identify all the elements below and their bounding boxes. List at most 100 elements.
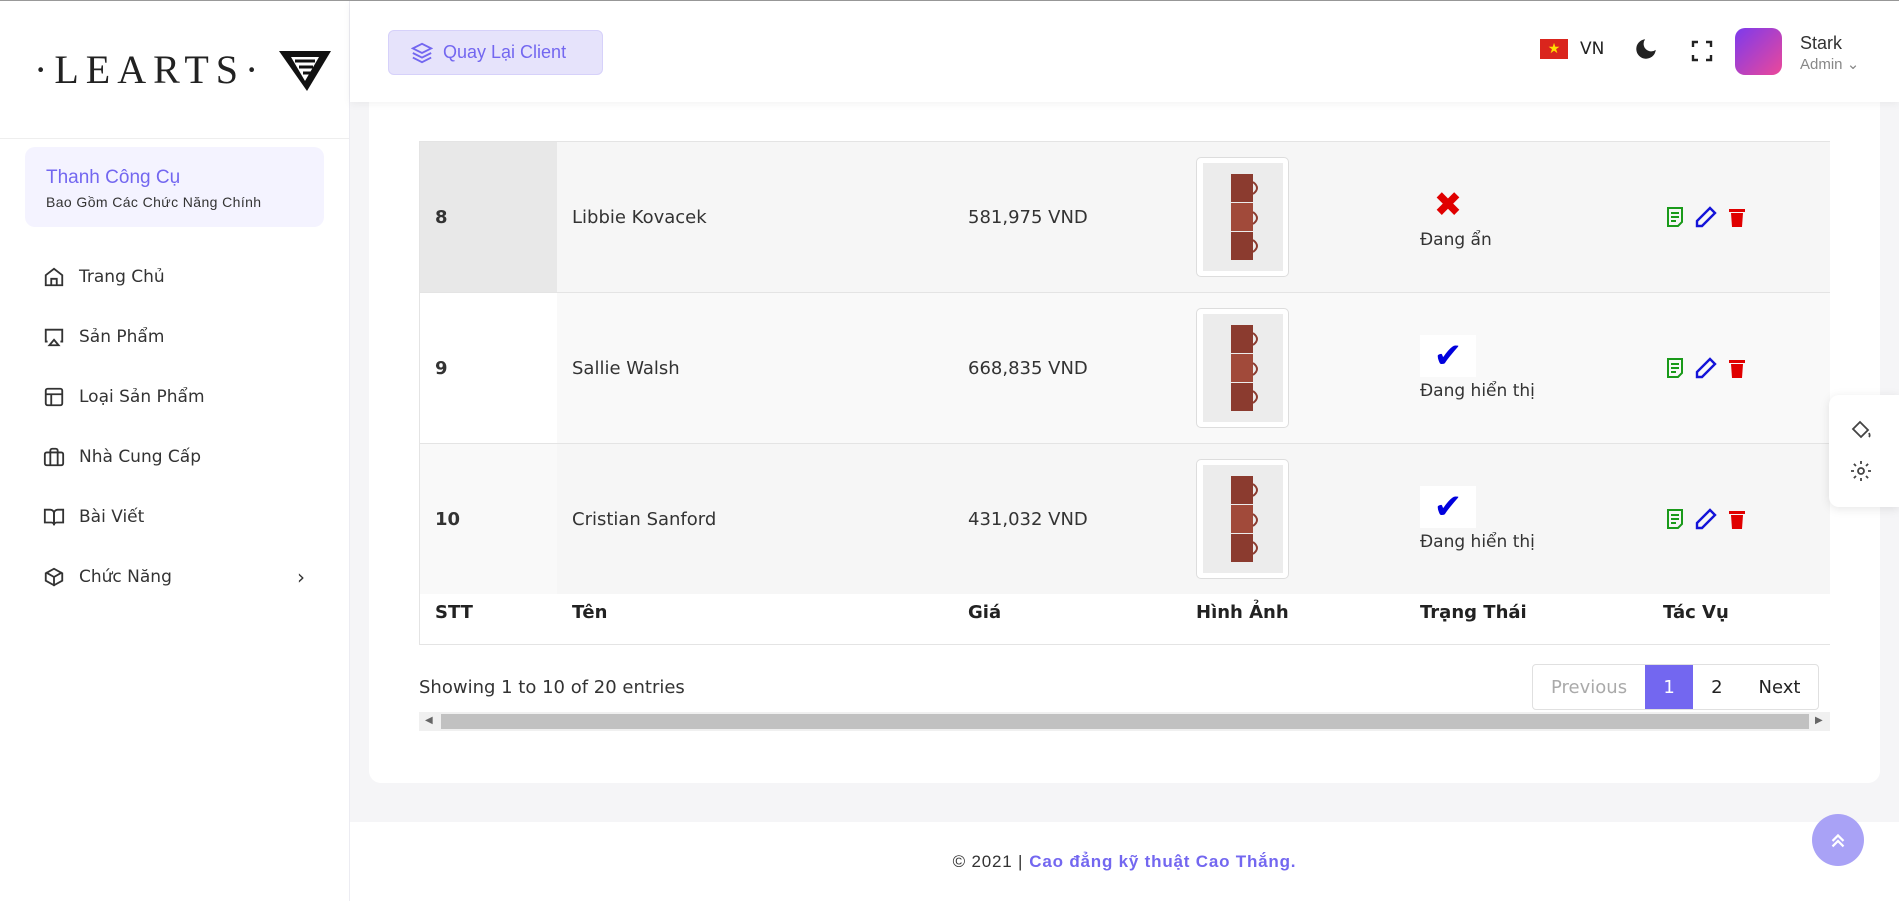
page-footer: © 2021 | Cao đẳng kỹ thuật Cao Thắng. xyxy=(350,822,1899,901)
mug-stack-icon xyxy=(1230,325,1258,411)
product-image xyxy=(1196,459,1289,579)
row-actions xyxy=(1663,205,1749,229)
content-card: 8 Libbie Kovacek 581,975 VND ✖ Đang ẩn 9… xyxy=(369,60,1880,783)
sidebar-item-bai-viet[interactable]: Bài Viết xyxy=(0,487,349,547)
pagination-page-1[interactable]: 1 xyxy=(1645,665,1694,709)
vietnam-flag-icon: ★ xyxy=(1540,39,1568,59)
detail-icon[interactable] xyxy=(1663,205,1687,229)
pagination-next[interactable]: Next xyxy=(1741,665,1819,709)
paint-bucket-icon[interactable] xyxy=(1849,417,1873,441)
status-cell: ✖ Đang ẩn xyxy=(1420,184,1492,250)
pagination: Previous 1 2 Next xyxy=(1532,664,1820,710)
visible-check-icon[interactable]: ✔ xyxy=(1420,335,1476,377)
chevron-down-icon: ⌄ xyxy=(1846,56,1860,73)
hidden-x-icon[interactable]: ✖ xyxy=(1420,184,1476,226)
user-role-label: Admin xyxy=(1800,56,1843,73)
double-chevron-up-icon xyxy=(1831,833,1845,848)
scroll-right-arrow-icon[interactable]: ▶ xyxy=(1815,715,1823,726)
sidebar-item-san-pham[interactable]: Sản Phẩm xyxy=(0,307,349,367)
box-icon xyxy=(44,567,64,587)
column-header-image[interactable]: Hình Ảnh xyxy=(1196,602,1289,623)
visible-check-icon[interactable]: ✔ xyxy=(1420,486,1476,528)
column-header-price[interactable]: Giá xyxy=(968,602,1001,623)
table-row: 9 Sallie Walsh 668,835 VND ✔ Đang hiển t… xyxy=(419,292,1830,443)
column-header-name[interactable]: Tên xyxy=(572,602,607,623)
pagination-page-2[interactable]: 2 xyxy=(1693,665,1740,709)
sidebar-menu: Trang Chủ Sản Phẩm Loại Sản Phẩm Nhà Cun… xyxy=(0,247,349,607)
row-name: Libbie Kovacek xyxy=(572,206,707,228)
footer-copyright: © 2021 | xyxy=(952,851,1024,871)
row-actions xyxy=(1663,356,1749,380)
sidebar-item-chuc-nang[interactable]: Chức Năng › xyxy=(0,547,349,607)
detail-icon[interactable] xyxy=(1663,356,1687,380)
trash-icon[interactable] xyxy=(1725,507,1749,531)
row-stt: 8 xyxy=(420,142,557,292)
logo[interactable]: ·LEARTS· xyxy=(0,1,349,139)
horizontal-scrollbar[interactable]: ◀ ▶ xyxy=(419,712,1830,731)
tools-title: Thanh Công Cụ xyxy=(46,167,181,188)
table-info: Showing 1 to 10 of 20 entries xyxy=(419,677,685,698)
user-role[interactable]: Admin ⌄ xyxy=(1800,55,1859,73)
product-image xyxy=(1196,157,1289,277)
column-header-actions[interactable]: Tác Vụ xyxy=(1663,602,1729,623)
footer-school-link[interactable]: Cao đẳng kỹ thuật Cao Thắng. xyxy=(1029,852,1296,872)
customizer-panel xyxy=(1829,395,1899,507)
edit-pencil-icon[interactable] xyxy=(1694,205,1718,229)
tools-panel: Thanh Công Cụ Bao Gồm Các Chức Năng Chín… xyxy=(25,147,324,227)
table-row: 8 Libbie Kovacek 581,975 VND ✖ Đang ẩn xyxy=(419,141,1830,292)
chevron-right-icon: › xyxy=(297,565,305,589)
edit-pencil-icon[interactable] xyxy=(1694,356,1718,380)
trash-icon[interactable] xyxy=(1725,205,1749,229)
status-cell: ✔ Đang hiển thị xyxy=(1420,486,1535,552)
sidebar-item-nha-cung-cap[interactable]: Nhà Cung Cấp xyxy=(0,427,349,487)
book-icon xyxy=(43,508,65,526)
avatar[interactable] xyxy=(1735,28,1782,75)
sidebar: ·LEARTS· Thanh Công Cụ Bao Gồm Các Chức … xyxy=(0,1,350,901)
row-actions xyxy=(1663,507,1749,531)
sidebar-item-label: Loại Sản Phẩm xyxy=(79,387,205,407)
status-cell: ✔ Đang hiển thị xyxy=(1420,335,1535,401)
airplay-icon xyxy=(44,328,64,347)
detail-icon[interactable] xyxy=(1663,507,1687,531)
top-header: Quay Lại Client ★ VN Stark Admin ⌄ xyxy=(350,1,1899,102)
user-name[interactable]: Stark xyxy=(1800,33,1842,54)
row-price: 668,835 VND xyxy=(968,357,1088,379)
row-name: Sallie Walsh xyxy=(572,357,680,379)
scrollbar-thumb[interactable] xyxy=(441,714,1809,729)
sidebar-item-label: Nhà Cung Cấp xyxy=(79,447,202,467)
edit-pencil-icon[interactable] xyxy=(1694,507,1718,531)
sidebar-item-trang-chu[interactable]: Trang Chủ xyxy=(0,247,349,307)
mug-stack-icon xyxy=(1230,174,1258,260)
status-label: Đang ẩn xyxy=(1420,230,1492,250)
layout-icon xyxy=(44,387,64,407)
trash-icon[interactable] xyxy=(1725,356,1749,380)
moon-icon[interactable] xyxy=(1633,36,1659,62)
row-price: 581,975 VND xyxy=(968,206,1088,228)
gear-icon[interactable] xyxy=(1849,459,1873,483)
sidebar-item-label: Sản Phẩm xyxy=(79,327,165,347)
fullscreen-icon[interactable] xyxy=(1690,39,1714,63)
logo-mark-icon xyxy=(279,50,332,91)
briefcase-icon xyxy=(43,447,65,467)
language-selector[interactable]: ★ VN xyxy=(1540,39,1604,59)
status-label: Đang hiển thị xyxy=(1420,532,1535,552)
row-price: 431,032 VND xyxy=(968,508,1088,530)
column-header-status[interactable]: Trạng Thái xyxy=(1420,602,1527,623)
layers-icon xyxy=(411,42,433,63)
table-footer-header: STT Tên Giá Hình Ảnh Trạng Thái Tác Vụ xyxy=(419,580,1830,645)
sidebar-item-label: Chức Năng xyxy=(79,567,172,587)
home-icon xyxy=(44,267,64,287)
row-name: Cristian Sanford xyxy=(572,508,717,530)
logo-text: ·LEARTS· xyxy=(34,47,266,92)
sidebar-item-label: Trang Chủ xyxy=(79,267,165,287)
column-header-stt[interactable]: STT xyxy=(435,602,473,623)
pagination-previous[interactable]: Previous xyxy=(1533,665,1645,709)
scroll-left-arrow-icon[interactable]: ◀ xyxy=(425,715,433,726)
scroll-to-top-button[interactable] xyxy=(1812,814,1864,866)
mug-stack-icon xyxy=(1230,476,1258,562)
sidebar-item-label: Bài Viết xyxy=(79,507,145,527)
product-image xyxy=(1196,308,1289,428)
back-to-client-button[interactable]: Quay Lại Client xyxy=(388,30,603,75)
sidebar-item-loai-san-pham[interactable]: Loại Sản Phẩm xyxy=(0,367,349,427)
tools-subtitle: Bao Gồm Các Chức Năng Chính xyxy=(46,194,262,210)
